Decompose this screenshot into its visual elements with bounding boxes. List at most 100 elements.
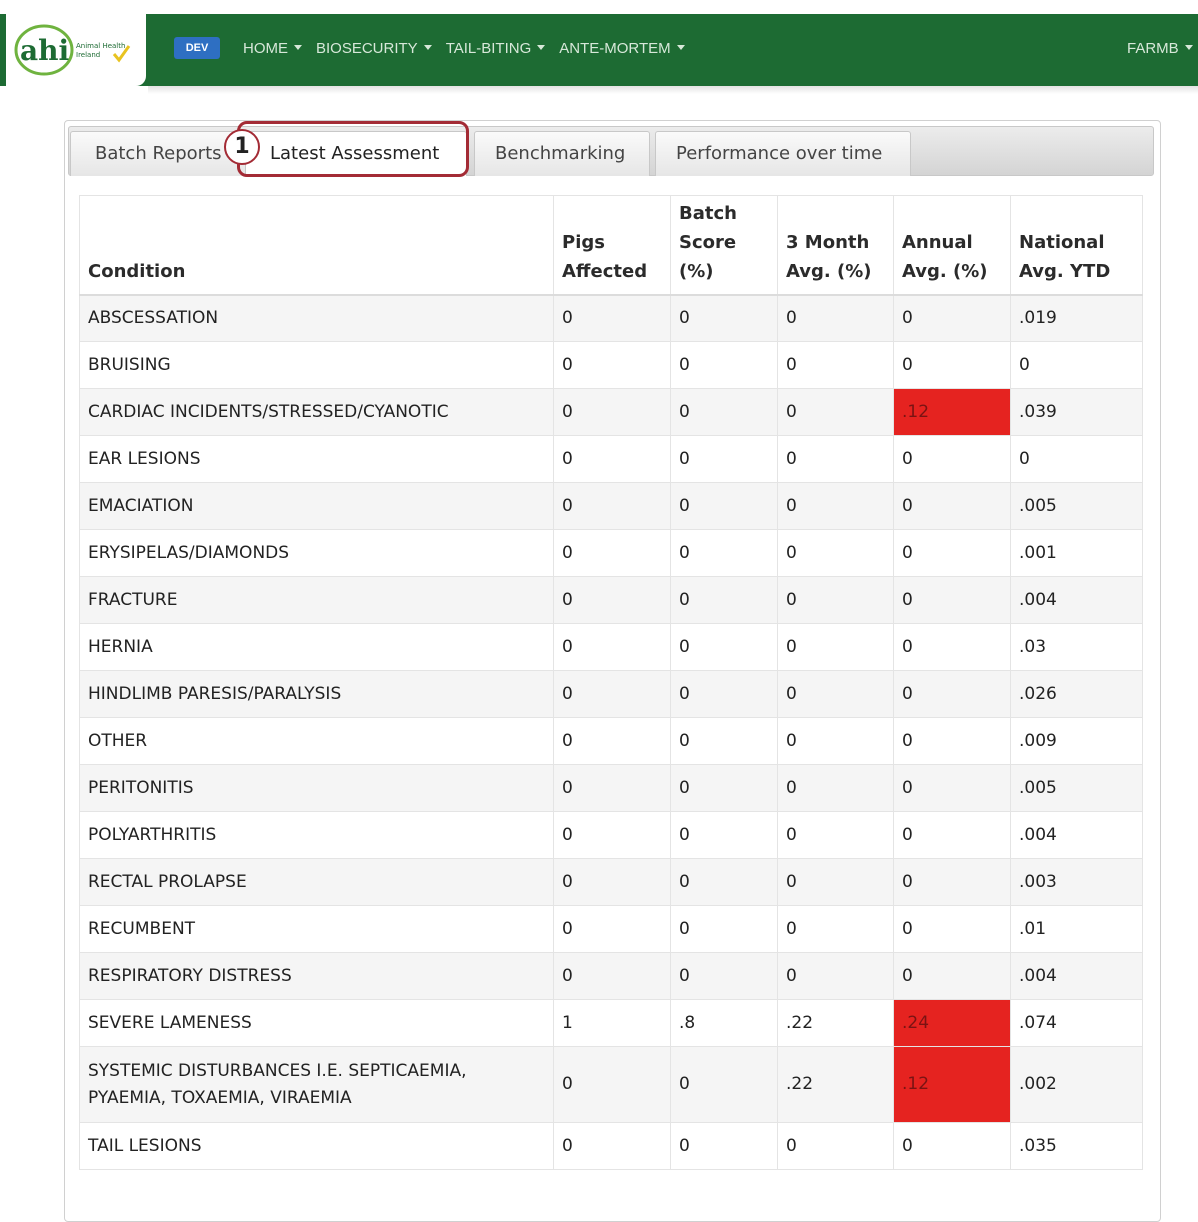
- cell-pigs-affected: 0: [553, 529, 671, 577]
- cell-annual-avg: 0: [893, 811, 1011, 859]
- cell-pigs-affected: 0: [553, 952, 671, 1000]
- cell-national-avg: .001: [1010, 529, 1143, 577]
- cell-3-month-avg: 0: [777, 341, 894, 389]
- cell-condition: RESPIRATORY DISTRESS: [79, 952, 554, 1000]
- assessment-table: Condition Pigs Affected Batch Score (%) 3 M…: [79, 195, 1143, 1170]
- tab-batch-reports-label: Batch Reports: [95, 143, 222, 164]
- cell-national-avg: .035: [1010, 1122, 1143, 1170]
- cell-3-month-avg: 0: [777, 388, 894, 436]
- cell-pigs-affected: 0: [553, 764, 671, 812]
- header-line: Pigs: [562, 231, 605, 253]
- header-line: Avg. (%): [786, 260, 872, 282]
- cell-condition: PERITONITIS: [79, 764, 554, 812]
- cell-3-month-avg: 0: [777, 482, 894, 530]
- cell-batch-score: 0: [670, 341, 778, 389]
- cell-condition: HINDLIMB PARESIS/PARALYSIS: [79, 670, 554, 718]
- cell-pigs-affected: 0: [553, 811, 671, 859]
- header-line: 3 Month: [786, 231, 870, 253]
- cell-annual-avg: 0: [893, 576, 1011, 624]
- cell-pigs-affected: 0: [553, 435, 671, 483]
- chevron-down-icon: [676, 45, 685, 50]
- cell-3-month-avg: 0: [777, 952, 894, 1000]
- table-row: RESPIRATORY DISTRESS 0 0 0 0.004: [79, 952, 1143, 1000]
- user-name: FARMB: [1127, 40, 1179, 57]
- cell-annual-avg: 0: [893, 294, 1011, 342]
- cell-annual-avg: 0: [893, 858, 1011, 906]
- cell-national-avg: .005: [1010, 482, 1143, 530]
- cell-condition: RECTAL PROLAPSE: [79, 858, 554, 906]
- header-line: (%): [679, 260, 714, 282]
- cell-annual-avg: .12: [893, 1046, 1011, 1123]
- cell-pigs-affected: 0: [553, 482, 671, 530]
- cell-pigs-affected: 0: [553, 388, 671, 436]
- cell-annual-avg: 0: [893, 435, 1011, 483]
- header-line: Avg. (%): [902, 260, 988, 282]
- logo-text: ahi: [20, 34, 69, 67]
- cell-batch-score: 0: [670, 388, 778, 436]
- header-pigs-affected: Pigs Affected: [553, 195, 671, 296]
- cell-pigs-affected: 0: [553, 670, 671, 718]
- cell-annual-avg: 0: [893, 764, 1011, 812]
- cell-batch-score: .8: [670, 999, 778, 1047]
- table-row: SYSTEMIC DISTURBANCES I.E. SEPTICAEMIA, …: [79, 1046, 1143, 1123]
- cell-condition: POLYARTHRITIS: [79, 811, 554, 859]
- cell-annual-avg: 0: [893, 670, 1011, 718]
- cell-3-month-avg: .22: [777, 1046, 894, 1123]
- nav-tail-biting[interactable]: TAIL-BITING: [446, 38, 546, 60]
- cell-annual-avg: 0: [893, 905, 1011, 953]
- table-row: RECUMBENT 0 0 0 0.01: [79, 905, 1143, 953]
- table-row: OTHER 0 0 0 0.009: [79, 717, 1143, 765]
- nav-home[interactable]: HOME: [243, 38, 302, 60]
- user-menu[interactable]: FARMB: [1127, 38, 1193, 60]
- cell-condition: EMACIATION: [79, 482, 554, 530]
- cell-batch-score: 0: [670, 435, 778, 483]
- cell-3-month-avg: 0: [777, 529, 894, 577]
- cell-pigs-affected: 0: [553, 576, 671, 624]
- nav-biosecurity[interactable]: BIOSECURITY: [316, 38, 432, 60]
- cell-national-avg: .004: [1010, 576, 1143, 624]
- cell-batch-score: 0: [670, 905, 778, 953]
- cell-condition: TAIL LESIONS: [79, 1122, 554, 1170]
- tab-benchmarking[interactable]: Benchmarking: [474, 131, 650, 176]
- cell-3-month-avg: 0: [777, 858, 894, 906]
- navbar-shadow: [148, 86, 1198, 94]
- cell-batch-score: 0: [670, 576, 778, 624]
- cell-national-avg: .03: [1010, 623, 1143, 671]
- chevron-down-icon: [294, 45, 302, 50]
- cell-annual-avg: 0: [893, 482, 1011, 530]
- cell-national-avg: .003: [1010, 858, 1143, 906]
- cell-3-month-avg: 0: [777, 576, 894, 624]
- tab-performance-over-time-label: Performance over time: [676, 143, 883, 164]
- table-body: ABSCESSATION 0 0 0 0.019 BRUISING 0 0 0 0 0 CARDIAC…: [79, 294, 1143, 1170]
- callout-marker: 1: [224, 129, 260, 165]
- header-line: Batch: [679, 202, 737, 224]
- cell-pigs-affected: 0: [553, 858, 671, 906]
- tab-performance-over-time[interactable]: Performance over time: [655, 131, 911, 176]
- cell-national-avg: .01: [1010, 905, 1143, 953]
- main-menu: HOME BIOSECURITY TAIL-BITING ANTE-MORTEM: [243, 38, 699, 60]
- cell-batch-score: 0: [670, 623, 778, 671]
- table-row: RECTAL PROLAPSE 0 0 0 0.003: [79, 858, 1143, 906]
- logo-container[interactable]: ahi Animal Health Ireland: [0, 14, 146, 86]
- nav-ante-mortem-label: ANTE-MORTEM: [559, 40, 671, 57]
- cell-batch-score: 0: [670, 952, 778, 1000]
- header-line: Affected: [562, 260, 648, 282]
- table-row: SEVERE LAMENESS 1.8.22.24.074: [79, 999, 1143, 1047]
- cell-pigs-affected: 1: [553, 999, 671, 1047]
- cell-pigs-affected: 0: [553, 623, 671, 671]
- cell-national-avg: .019: [1010, 294, 1143, 342]
- table-row: BRUISING 0 0 0 0 0: [79, 341, 1143, 389]
- table-row: CARDIAC INCIDENTS/STRESSED/CYANOTIC 0 0 0.1…: [79, 388, 1143, 436]
- header-line: Annual: [902, 231, 973, 253]
- table-row: FRACTURE 0 0 0 0.004: [79, 576, 1143, 624]
- cell-pigs-affected: 0: [553, 341, 671, 389]
- nav-home-label: HOME: [243, 40, 288, 57]
- cell-annual-avg: 0: [893, 529, 1011, 577]
- cell-batch-score: 0: [670, 1046, 778, 1123]
- cell-national-avg: .074: [1010, 999, 1143, 1047]
- cell-3-month-avg: 0: [777, 670, 894, 718]
- nav-tail-biting-label: TAIL-BITING: [445, 40, 532, 57]
- cell-national-avg: .005: [1010, 764, 1143, 812]
- table-row: EMACIATION 0 0 0 0.005: [79, 482, 1143, 530]
- nav-ante-mortem[interactable]: ANTE-MORTEM: [559, 38, 685, 60]
